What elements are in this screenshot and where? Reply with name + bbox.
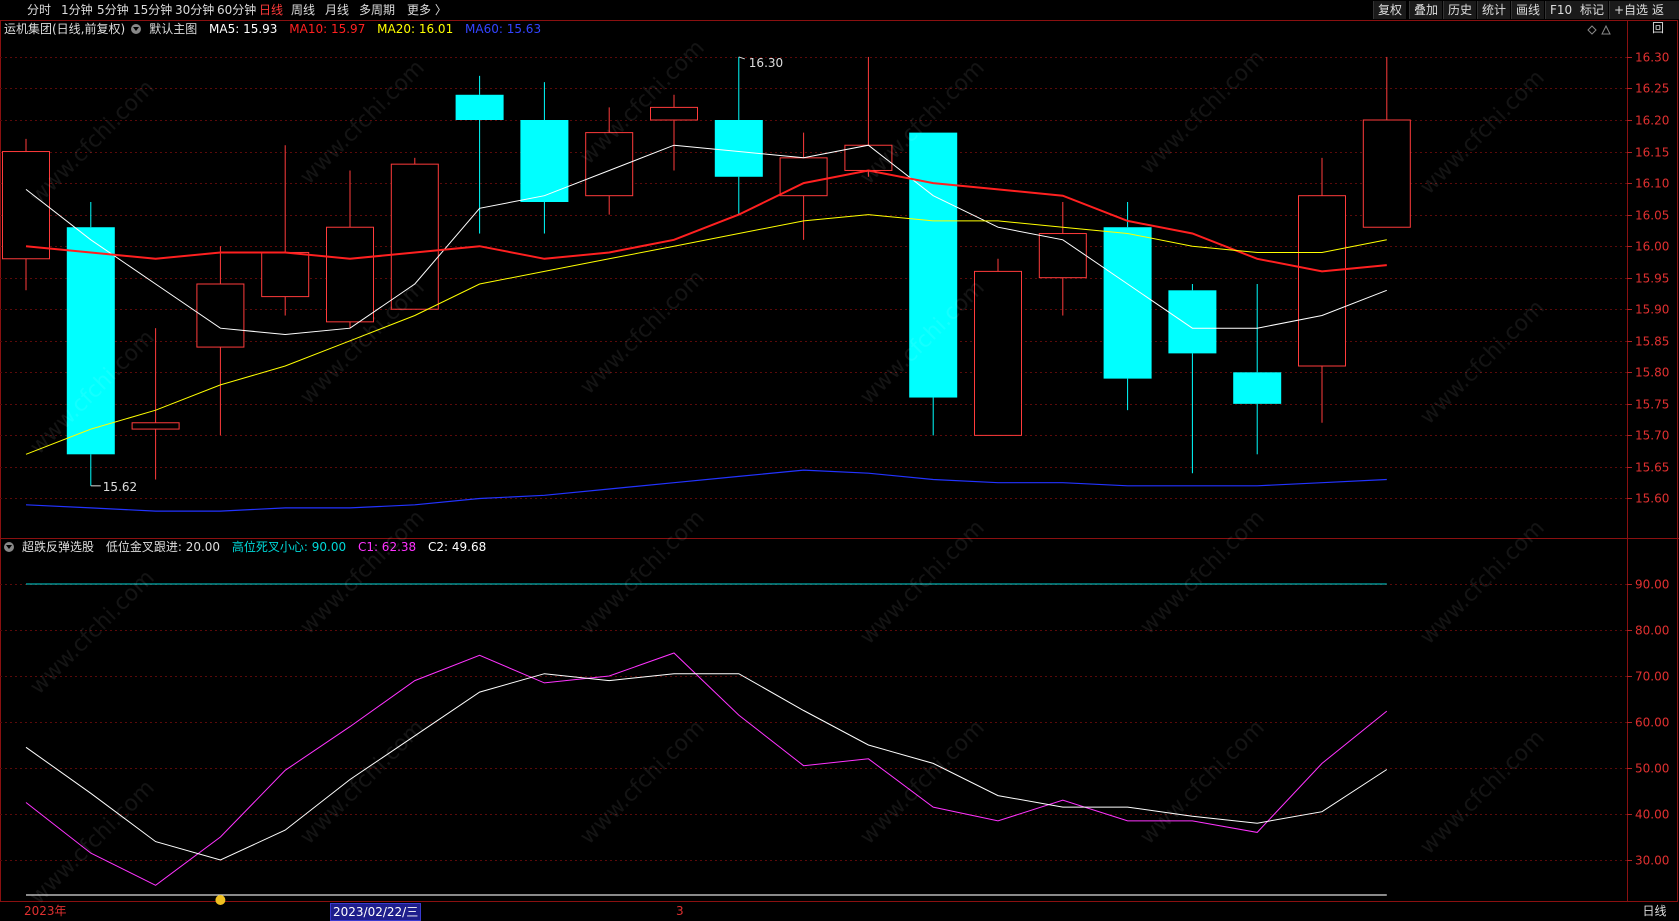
chart-canvas[interactable]: 16.30 16.25 16.20 16.15 16.10 16.05 16.00 15.95… [0, 0, 1679, 920]
candle-body-down [66, 227, 115, 455]
month-mark: 3 [676, 904, 684, 918]
template-name[interactable]: 默认主图 [149, 22, 197, 36]
indicator-tick-label: 70.00 [1635, 670, 1669, 684]
diamond-icon [1587, 25, 1597, 35]
price-tick-label: 16.20 [1635, 114, 1669, 128]
c1-value: C1: 62.38 [357, 540, 417, 554]
indicator-line-c1 [25, 652, 1388, 886]
period-tab-2[interactable]: 5分钟 [94, 0, 132, 20]
price-tick-label: 16.10 [1635, 177, 1669, 191]
price-tick-label: 16.15 [1635, 146, 1669, 160]
candle-body-up [1362, 119, 1411, 228]
stock-name[interactable]: 运机集团(日线,前复权) [4, 22, 125, 36]
price-tick-label: 15.75 [1635, 398, 1669, 412]
candle-body-down [1233, 372, 1282, 404]
candle-body-up [390, 163, 439, 310]
candle-body-up [196, 283, 245, 348]
indicator-tick-label: 60.00 [1635, 716, 1669, 730]
chevron-down-icon[interactable] [4, 542, 14, 552]
candle-body-down [455, 94, 504, 120]
period-tab-10[interactable]: 更多 〉 [404, 0, 450, 20]
candle-body-up [974, 270, 1022, 436]
main-legend: 运机集团(日线,前复权) 默认主图 MA5: 15.93 MA10: 15.97 … [4, 21, 549, 37]
candle-body-up [2, 151, 50, 260]
period-tab-6[interactable]: 日线 [256, 0, 286, 20]
indicator-tick-label: 30.00 [1635, 854, 1669, 868]
candle-body-up [131, 422, 180, 430]
period-tab-5[interactable]: 60分钟 [214, 0, 259, 20]
candle-body-up [326, 226, 374, 323]
period-indicator[interactable]: 日线 [1630, 902, 1679, 920]
toolbar-button-7[interactable]: +自选 [1609, 1, 1653, 19]
indicator-tick-label: 50.00 [1635, 762, 1669, 776]
toolbar-button-4[interactable]: 画线 [1511, 1, 1545, 19]
toolbar-button-3[interactable]: 统计 [1477, 1, 1511, 19]
period-tab-7[interactable]: 周线 [288, 0, 318, 20]
ma60-value: MA60: 15.63 [465, 22, 542, 36]
chevron-down-icon[interactable] [131, 24, 142, 34]
period-toolbar: 分时 1分钟 5分钟 15分钟 30分钟 60分钟 日线 周线 月线 多周期 更多 〉返回 +自选 标记… [0, 0, 1679, 35]
ma-line-ma10 [25, 169, 1387, 273]
period-tab-3[interactable]: 15分钟 [130, 0, 175, 20]
current-date: 2023/02/22/三 [330, 903, 422, 921]
price-tick-label: 16.00 [1635, 240, 1669, 254]
low-label: 15.62 [103, 480, 137, 494]
ma5-value: MA5: 15.93 [209, 22, 278, 36]
high-label: 16.30 [749, 56, 783, 70]
sub-legend: 超跌反弹选股 低位金叉跟进: 20.00 高位死叉小心: 90.00 C1: 6… [0, 539, 494, 555]
period-tab-8[interactable]: 月线 [322, 0, 352, 20]
candle-body-down [714, 120, 763, 177]
price-tick-label: 15.65 [1635, 461, 1669, 475]
price-tick-label: 15.70 [1635, 429, 1669, 443]
indicator-tick-label: 90.00 [1635, 578, 1669, 592]
period-tab-0[interactable]: 分时 [24, 0, 54, 20]
toolbar-button-1[interactable]: 叠加 [1409, 1, 1443, 19]
candle-body-up [650, 106, 698, 121]
indicator-tick-label: 40.00 [1635, 808, 1669, 822]
price-tick-label: 15.90 [1635, 303, 1669, 317]
candle-body-up [1298, 195, 1346, 367]
indicator-tick-label: 80.00 [1635, 624, 1669, 638]
high-level: 高位死叉小心: 90.00 [231, 540, 347, 554]
candle-body-up [261, 251, 310, 298]
indicator-line-c2 [25, 673, 1388, 861]
ma20-value: MA20: 16.01 [377, 22, 454, 36]
period-tab-9[interactable]: 多周期 [356, 0, 398, 20]
toolbar-button-6[interactable]: 标记 [1575, 1, 1609, 19]
price-tick-label: 16.25 [1635, 82, 1669, 96]
candle-body-down [909, 132, 958, 398]
c2-value: C2: 49.68 [428, 540, 487, 554]
triangle-icon [1601, 24, 1611, 35]
low-level: 低位金叉跟进: 20.00 [105, 540, 221, 554]
toolbar-button-2[interactable]: 历史 [1443, 1, 1477, 19]
period-tab-4[interactable]: 30分钟 [172, 0, 217, 20]
price-tick-label: 15.80 [1635, 366, 1669, 380]
price-tick-label: 15.85 [1635, 335, 1669, 349]
price-tick-label: 16.30 [1635, 51, 1669, 65]
toolbar-button-0[interactable]: 复权 [1373, 1, 1407, 19]
date-axis: 2023年 2023/02/22/三 3 日线 [0, 902, 1679, 921]
ma10-value: MA10: 15.97 [289, 22, 366, 36]
year-label: 2023年 [24, 904, 67, 918]
indicator-name[interactable]: 超跌反弹选股 [22, 540, 94, 554]
candle-body-down [1103, 227, 1152, 379]
price-tick-label: 16.05 [1635, 209, 1669, 223]
ma-line-ma60 [25, 469, 1387, 512]
toolbar-button-5[interactable]: F10 [1545, 1, 1577, 19]
price-tick-label: 15.95 [1635, 272, 1669, 286]
candle-body-down [1168, 290, 1217, 354]
period-tab-1[interactable]: 1分钟 [58, 0, 96, 20]
price-tick-label: 15.60 [1635, 492, 1669, 506]
